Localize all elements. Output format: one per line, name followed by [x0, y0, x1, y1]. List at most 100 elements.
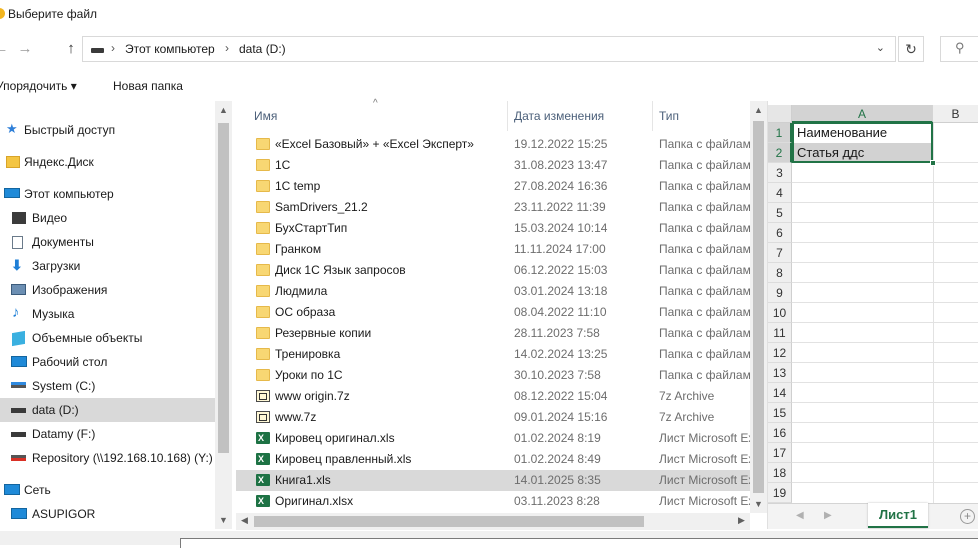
search-input[interactable]: ⚲	[940, 36, 978, 62]
row-header[interactable]: 18	[768, 463, 792, 483]
scroll-down-icon[interactable]: ▼	[215, 515, 232, 525]
select-all-corner[interactable]	[768, 105, 792, 123]
nav-scrollbar[interactable]: ▲ ▼	[215, 101, 232, 529]
file-row[interactable]: Диск 1С Язык запросов 06.12.2022 15:03 Пап…	[236, 260, 750, 281]
sheet-prev-icon[interactable]: ◀	[796, 510, 804, 521]
scroll-right-icon[interactable]: ▶	[733, 515, 750, 526]
up-icon[interactable]: ↑	[62, 40, 80, 58]
file-list-horizontal-scrollbar[interactable]: ◀ ▶	[236, 513, 750, 530]
column-header-a[interactable]: A	[792, 105, 933, 123]
back-icon[interactable]: ←	[0, 40, 10, 58]
nav-item-asupigor[interactable]: ASUPIGOR	[0, 502, 215, 526]
file-row[interactable]: Уроки по 1С 30.10.2023 7:58 Папка с файлам…	[236, 365, 750, 386]
nav-item-data-d[interactable]: data (D:)	[0, 398, 215, 422]
forward-icon[interactable]: →	[16, 40, 34, 58]
row-header[interactable]: 8	[768, 263, 792, 283]
breadcrumb-drive-d[interactable]: data (D:)	[239, 42, 286, 56]
file-row[interactable]: БухСтартТип 15.03.2024 10:14 Папка с файла…	[236, 218, 750, 239]
file-row-selected[interactable]: Книга1.xls 14.01.2025 8:35 Лист Microsoft …	[236, 470, 750, 491]
chevron-down-icon[interactable]: ⌄	[876, 41, 885, 54]
scroll-thumb[interactable]	[254, 516, 644, 527]
row-header[interactable]: 13	[768, 363, 792, 383]
file-row[interactable]: ОС образа 08.04.2022 11:10 Папка с файлами	[236, 302, 750, 323]
fill-handle[interactable]	[930, 160, 936, 166]
column-divider[interactable]	[652, 101, 653, 131]
nav-item-datamy-f[interactable]: Datamy (F:)	[0, 422, 215, 446]
file-date: 08.12.2022 15:04	[514, 389, 608, 403]
new-folder-button[interactable]: Новая папка	[113, 79, 183, 93]
nav-item-this-pc[interactable]: Этот компьютер	[0, 182, 215, 206]
nav-item-label: Repository (\\192.168.10.168) (Y:)	[32, 451, 213, 465]
file-row[interactable]: SamDrivers_21.2 23.11.2022 11:39 Папка с ф…	[236, 197, 750, 218]
file-row[interactable]: 1С 31.08.2023 13:47 Папка с файлами	[236, 155, 750, 176]
row-header[interactable]: 6	[768, 223, 792, 243]
nav-item-system-c[interactable]: System (C:)	[0, 374, 215, 398]
row-header[interactable]: 11	[768, 323, 792, 343]
nav-item-yandex-disk[interactable]: Яндекс.Диск	[0, 150, 215, 174]
scroll-up-icon[interactable]: ▲	[215, 105, 232, 115]
nav-item-network[interactable]: Сеть	[0, 478, 215, 502]
excel-file-icon	[256, 428, 270, 449]
nav-item-quick-access[interactable]: ★ Быстрый доступ	[0, 118, 215, 142]
file-row[interactable]: «Excel Базовый» + «Excel Эксперт» 19.12.2…	[236, 134, 750, 155]
file-name: www origin.7z	[275, 389, 350, 403]
row-header[interactable]: 19	[768, 483, 792, 503]
nav-item-label: ASUPIGOR	[32, 507, 96, 521]
row-header[interactable]: 2	[768, 143, 792, 163]
scroll-up-icon[interactable]: ▲	[750, 105, 767, 115]
nav-item-3d-objects[interactable]: Объемные объекты	[0, 326, 215, 350]
column-header-name[interactable]: Имя	[254, 109, 277, 123]
breadcrumb-this-pc[interactable]: Этот компьютер	[125, 42, 215, 56]
file-list-scrollbar[interactable]: ▲ ▼	[750, 101, 767, 513]
file-row[interactable]: Гранком 11.11.2024 17:00 Папка с файлами	[236, 239, 750, 260]
row-header[interactable]: 1	[768, 123, 792, 143]
row-header[interactable]: 14	[768, 383, 792, 403]
row-header[interactable]: 12	[768, 343, 792, 363]
file-row[interactable]: Людмила 03.01.2024 13:18 Папка с файлами	[236, 281, 750, 302]
row-header[interactable]: 16	[768, 423, 792, 443]
row-header[interactable]: 3	[768, 163, 792, 183]
column-header-b[interactable]: B	[933, 105, 978, 123]
filename-field[interactable]	[180, 538, 978, 548]
scroll-left-icon[interactable]: ◀	[236, 515, 253, 526]
gridline	[792, 262, 978, 263]
add-sheet-icon[interactable]: +	[960, 509, 975, 524]
file-row[interactable]: www.7z 09.01.2024 15:16 7z Archive	[236, 407, 750, 428]
row-header[interactable]: 5	[768, 203, 792, 223]
sheet-next-icon[interactable]: ▶	[824, 510, 832, 521]
address-bar[interactable]: › Этот компьютер › data (D:) ⌄	[82, 36, 896, 62]
scroll-down-icon[interactable]: ▼	[750, 499, 767, 509]
row-header[interactable]: 9	[768, 283, 792, 303]
column-header-type[interactable]: Тип	[659, 109, 679, 123]
nav-item-repository-y[interactable]: Repository (\\192.168.10.168) (Y:)	[0, 446, 215, 470]
row-header[interactable]: 10	[768, 303, 792, 323]
column-header-date[interactable]: Дата изменения	[514, 109, 604, 123]
sheet-tab[interactable]: Лист1	[868, 503, 928, 528]
file-row[interactable]: Тренировка 14.02.2024 13:25 Папка с файлам…	[236, 344, 750, 365]
file-row[interactable]: Кировец правленный.xls 01.02.2024 8:49 Лис…	[236, 449, 750, 470]
row-header[interactable]: 15	[768, 403, 792, 423]
file-row[interactable]: www origin.7z 08.12.2022 15:04 7z Archive	[236, 386, 750, 407]
file-row[interactable]: Резервные копии 28.11.2023 7:58 Папка с фа…	[236, 323, 750, 344]
file-row[interactable]: Оригинал.xlsx 03.11.2023 8:28 Лист Microso…	[236, 491, 750, 512]
row-header[interactable]: 7	[768, 243, 792, 263]
nav-item-documents[interactable]: Документы	[0, 230, 215, 254]
nav-item-video[interactable]: Видео	[0, 206, 215, 230]
refresh-button[interactable]: ↻	[898, 36, 924, 62]
file-name: ОС образа	[275, 305, 336, 319]
row-header[interactable]: 17	[768, 443, 792, 463]
computer-icon	[11, 508, 27, 519]
file-row[interactable]: 1С temp 27.08.2024 16:36 Папка с файлами	[236, 176, 750, 197]
folder-icon	[256, 369, 270, 381]
gridline	[792, 302, 978, 303]
nav-item-downloads[interactable]: ⬇ Загрузки	[0, 254, 215, 278]
column-divider[interactable]	[507, 101, 508, 131]
organize-button[interactable]: Упорядочить ▾	[0, 79, 77, 93]
row-header[interactable]: 4	[768, 183, 792, 203]
nav-item-desktop[interactable]: Рабочий стол	[0, 350, 215, 374]
scroll-thumb[interactable]	[753, 121, 764, 493]
nav-item-pictures[interactable]: Изображения	[0, 278, 215, 302]
file-row[interactable]: Кировец оригинал.xls 01.02.2024 8:19 Лист …	[236, 428, 750, 449]
nav-item-music[interactable]: ♪ Музыка	[0, 302, 215, 326]
scroll-thumb[interactable]	[218, 123, 229, 453]
